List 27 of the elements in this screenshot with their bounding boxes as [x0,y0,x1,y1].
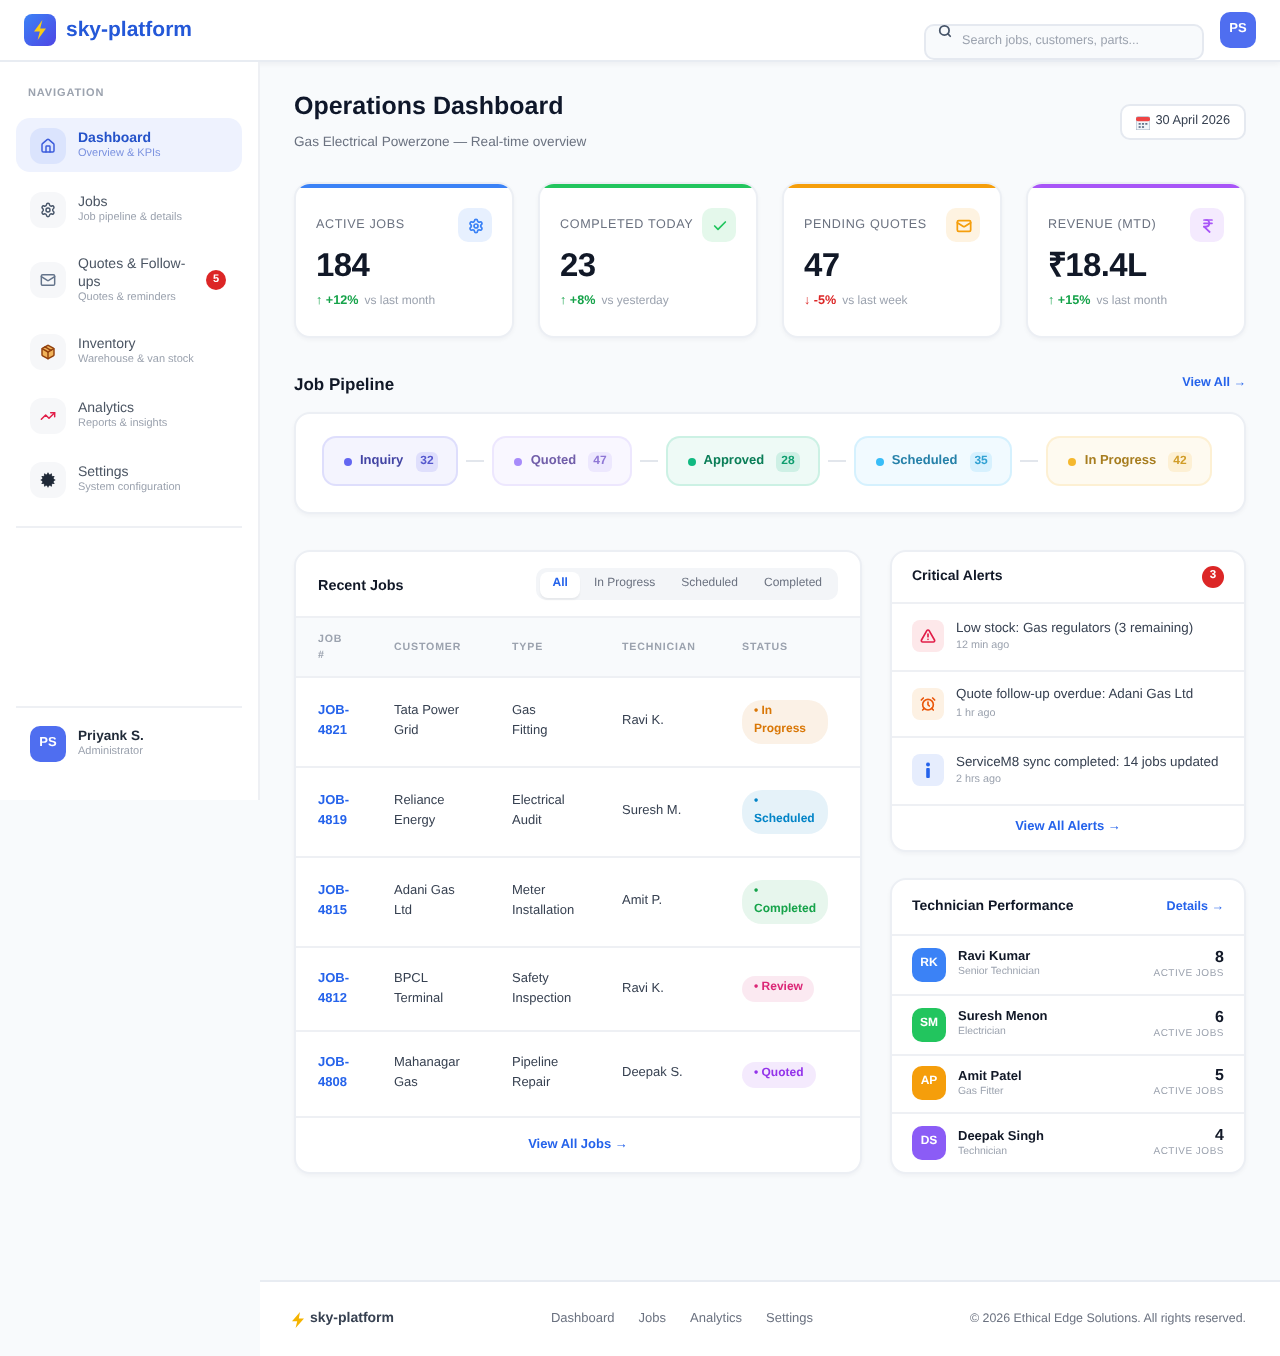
chart-line-icon [30,397,66,433]
stat-value: 47 [804,246,842,286]
active-jobs-count: 5 [1215,1066,1224,1087]
gear-icon [30,461,66,497]
envelope-icon [946,208,980,242]
search-icon [938,23,952,37]
alarm-clock-icon [912,687,944,720]
stat-value: 23 [560,246,598,286]
active-jobs-count: 4 [1215,1126,1224,1147]
gear-icon [458,208,492,242]
info-icon [912,754,944,787]
active-jobs-count: 6 [1215,1007,1224,1028]
lightning-bolt-logo-icon [24,14,56,46]
page-title: Operations Dashboard [294,90,566,122]
rupee-icon [1190,208,1224,242]
brand-name: sky-platform [66,17,193,43]
stat-value: ₹18.4L [1048,246,1149,286]
stat-value: 184 [316,246,372,286]
active-jobs-count: 8 [1215,947,1224,968]
house-icon [30,127,66,163]
section-title: Job Pipeline [294,372,395,396]
package-icon [30,333,66,369]
envelope-icon [30,262,66,298]
lightning-bolt-icon [292,1311,304,1327]
check-icon [702,208,736,242]
gear-icon [30,191,66,227]
calendar-icon [1135,115,1150,129]
